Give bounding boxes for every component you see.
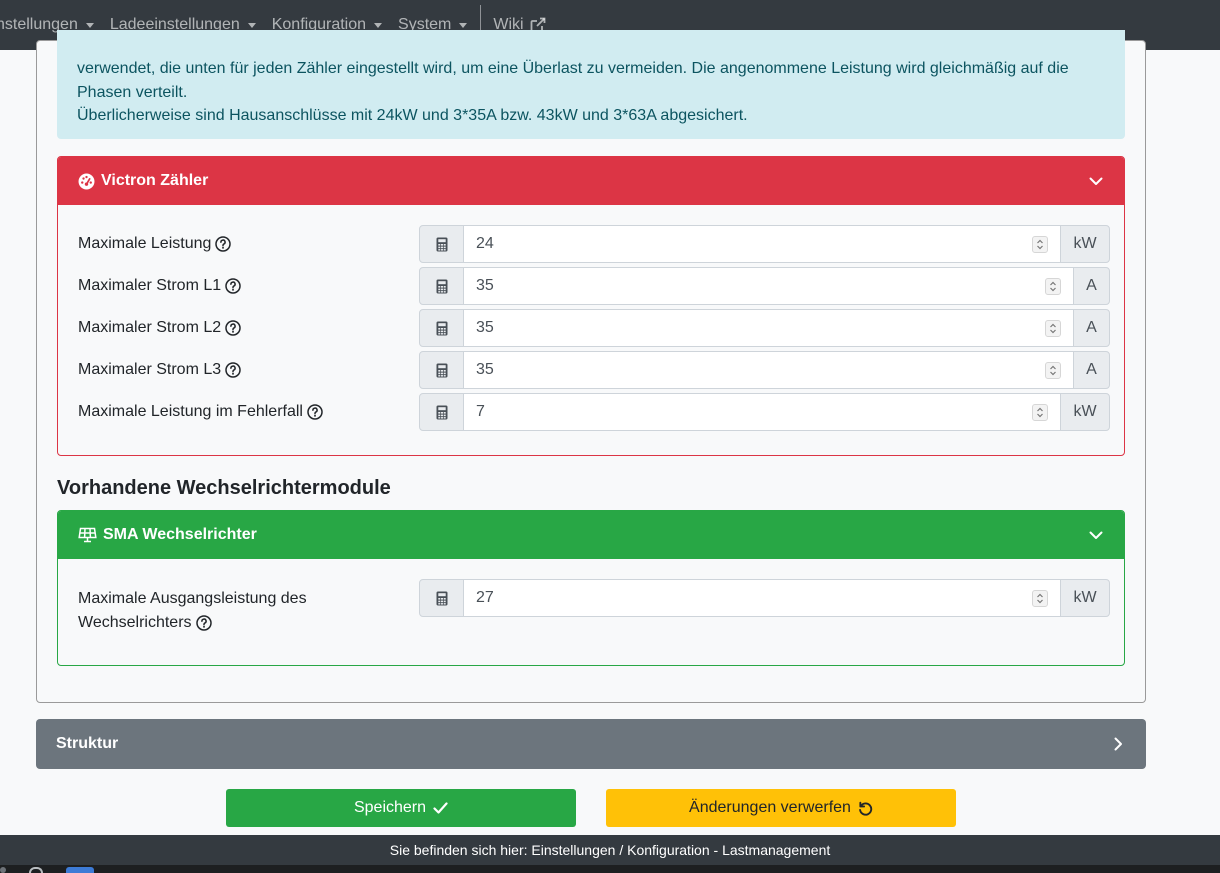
field-label: Maximale Ausgangsleistung des Wechselric… xyxy=(78,587,307,635)
calculator-icon xyxy=(419,579,464,617)
taskbar-app-icon[interactable] xyxy=(66,867,94,873)
calculator-icon xyxy=(419,351,464,389)
number-spinner[interactable] xyxy=(1032,590,1048,607)
taskbar-app-icon[interactable] xyxy=(0,867,6,873)
check-icon xyxy=(433,802,448,814)
calculator-icon xyxy=(419,267,464,305)
taskbar-app-icon[interactable] xyxy=(29,867,43,873)
victron-card-header[interactable]: Victron Zähler xyxy=(58,157,1124,205)
field-label-text: Maximaler Strom L1 xyxy=(78,277,222,294)
number-spinner[interactable] xyxy=(1032,404,1048,421)
struktur-title: Struktur xyxy=(56,735,119,752)
field-label-line: Wechselrichters xyxy=(78,611,307,635)
field-label: Maximaler Strom L1 xyxy=(78,267,241,305)
caret-down-icon xyxy=(85,22,94,28)
field-label: Maximaler Strom L2 xyxy=(78,309,241,347)
input-value: 35 xyxy=(476,277,494,294)
question-circle-icon[interactable] xyxy=(307,404,323,420)
input-group: 35 A xyxy=(419,309,1110,347)
unit-label: kW xyxy=(1060,225,1110,263)
setting-row-ausgangsleistung: Maximale Ausgangsleistung des Wechselric… xyxy=(58,579,1124,639)
discard-button-label: Änderungen verwerfen xyxy=(689,799,851,816)
tachometer-icon xyxy=(78,173,95,190)
struktur-card[interactable]: Struktur xyxy=(36,719,1146,769)
field-label-text: Maximale Leistung xyxy=(78,235,212,252)
field-label-text: Maximaler Strom L2 xyxy=(78,319,222,336)
save-button[interactable]: Speichern xyxy=(226,789,576,827)
sma-inverter-card: SMA Wechselrichter Maximale Ausgangsleis… xyxy=(57,510,1125,666)
fehlerfall-input[interactable]: 7 xyxy=(464,393,1060,431)
breadcrumb: Sie befinden sich hier: Einstellungen / … xyxy=(389,842,831,858)
question-circle-icon[interactable] xyxy=(215,236,232,252)
question-circle-icon[interactable] xyxy=(195,615,212,631)
strom-l3-input[interactable]: 35 xyxy=(464,351,1073,389)
calculator-icon xyxy=(419,225,464,263)
field-label: Maximale Leistung xyxy=(78,225,232,263)
number-spinner[interactable] xyxy=(1045,320,1061,337)
strom-l2-input[interactable]: 35 xyxy=(464,309,1073,347)
victron-meter-card: Victron Zähler Maximale Leistung 24 kW M… xyxy=(57,156,1125,456)
input-value: 27 xyxy=(476,589,494,606)
input-group: 35 A xyxy=(419,351,1110,389)
setting-row-strom-l1: Maximaler Strom L1 35 A xyxy=(58,267,1124,305)
strom-l1-input[interactable]: 35 xyxy=(464,267,1073,305)
question-circle-icon[interactable] xyxy=(225,320,241,336)
victron-card-title: Victron Zähler xyxy=(101,172,209,189)
unit-label: kW xyxy=(1060,393,1110,431)
question-circle-icon[interactable] xyxy=(225,278,241,294)
caret-down-icon xyxy=(459,22,468,28)
caret-down-icon xyxy=(374,22,383,28)
sma-card-title: SMA Wechselrichter xyxy=(103,526,257,543)
field-label-text: Maximale Leistung im Fehlerfall xyxy=(78,403,303,420)
input-group: 27 kW xyxy=(419,579,1110,617)
chevron-down-icon[interactable] xyxy=(1088,527,1104,543)
chevron-right-icon[interactable] xyxy=(1110,736,1126,752)
solar-panel-icon xyxy=(78,527,97,543)
number-spinner[interactable] xyxy=(1045,278,1061,295)
input-value: 7 xyxy=(476,403,485,420)
info-alert-line: verwendet, die unten für jeden Zähler ei… xyxy=(77,60,1069,77)
input-group: 7 kW xyxy=(419,393,1110,431)
unit-label: A xyxy=(1073,309,1110,347)
field-label-text: Maximale Ausgangsleistung des xyxy=(78,590,307,607)
info-alert-line: Überlicherweise sind Hausanschlüsse mit … xyxy=(77,107,748,124)
question-circle-icon[interactable] xyxy=(225,362,241,378)
unit-label: A xyxy=(1073,267,1110,305)
undo-icon xyxy=(858,801,873,816)
ausgangsleistung-input[interactable]: 27 xyxy=(464,579,1060,617)
info-alert: verwendet, die unten für jeden Zähler ei… xyxy=(57,30,1125,139)
unit-label: kW xyxy=(1060,579,1110,617)
input-value: 35 xyxy=(476,319,494,336)
sma-card-header[interactable]: SMA Wechselrichter xyxy=(58,511,1124,559)
discard-changes-button[interactable]: Änderungen verwerfen xyxy=(606,789,956,827)
maximale-leistung-input[interactable]: 24 xyxy=(464,225,1060,263)
breadcrumb-footer: Sie befinden sich hier: Einstellungen / … xyxy=(0,835,1220,865)
chevron-down-icon[interactable] xyxy=(1088,173,1104,189)
field-label: Maximale Leistung im Fehlerfall xyxy=(78,393,323,431)
setting-row-strom-l2: Maximaler Strom L2 35 A xyxy=(58,309,1124,347)
field-label-text: Wechselrichters xyxy=(78,614,192,631)
setting-row-maximale-leistung: Maximale Leistung 24 kW xyxy=(58,225,1124,263)
number-spinner[interactable] xyxy=(1045,362,1061,379)
input-value: 24 xyxy=(476,235,494,252)
number-spinner[interactable] xyxy=(1032,236,1048,253)
caret-down-icon xyxy=(247,22,256,28)
info-alert-line: Phasen verteilt. xyxy=(77,83,188,101)
calculator-icon xyxy=(419,309,464,347)
calculator-icon xyxy=(419,393,464,431)
setting-row-fehlerfall: Maximale Leistung im Fehlerfall 7 kW xyxy=(58,393,1124,431)
field-label: Maximaler Strom L3 xyxy=(78,351,241,389)
setting-row-strom-l3: Maximaler Strom L3 35 A xyxy=(58,351,1124,389)
inverter-section-title: Vorhandene Wechselrichtermodule xyxy=(57,477,391,499)
os-taskbar xyxy=(0,865,1220,873)
input-group: 35 A xyxy=(419,267,1110,305)
field-label-text: Maximaler Strom L3 xyxy=(78,361,222,378)
unit-label: A xyxy=(1073,351,1110,389)
save-button-label: Speichern xyxy=(353,799,427,816)
input-value: 35 xyxy=(476,361,494,378)
input-group: 24 kW xyxy=(419,225,1110,263)
